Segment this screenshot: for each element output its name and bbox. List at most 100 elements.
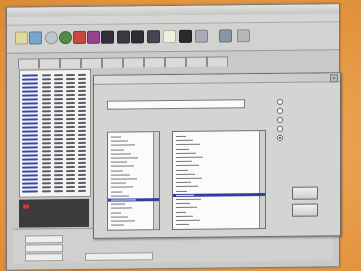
right-listbox[interactable] <box>172 130 266 231</box>
radio-icon[interactable] <box>277 98 283 105</box>
list-item[interactable] <box>111 152 152 155</box>
tab[interactable] <box>144 57 165 68</box>
cancel-button[interactable] <box>292 203 318 217</box>
list-item[interactable] <box>111 219 152 222</box>
list-item[interactable] <box>111 190 152 193</box>
list-item[interactable] <box>111 165 152 168</box>
tab[interactable] <box>186 56 207 67</box>
toolbar-icon[interactable] <box>237 29 250 43</box>
ok-button[interactable] <box>292 186 318 200</box>
list-item-text <box>176 224 189 226</box>
toolbar-icon[interactable] <box>163 29 176 44</box>
list-item[interactable] <box>176 134 258 138</box>
list-item[interactable] <box>111 144 152 147</box>
toolbar-icon[interactable] <box>15 31 28 45</box>
scrollbar[interactable] <box>259 131 265 229</box>
list-item[interactable] <box>176 222 258 226</box>
toolbar-icon[interactable] <box>73 30 86 45</box>
list-item[interactable] <box>176 201 258 205</box>
table-cell <box>78 117 86 120</box>
property-value[interactable] <box>25 235 63 244</box>
list-item[interactable] <box>176 172 258 176</box>
list-item[interactable] <box>111 156 152 159</box>
list-item[interactable] <box>111 148 152 151</box>
toolbar-icon[interactable] <box>117 30 130 44</box>
list-item[interactable] <box>176 138 258 142</box>
toolbar-icon[interactable] <box>45 31 58 45</box>
table-row[interactable] <box>22 189 88 194</box>
table-cell <box>42 182 51 185</box>
table-cell <box>42 178 51 181</box>
list-item[interactable] <box>111 139 152 142</box>
property-value-extra[interactable] <box>84 252 153 261</box>
table-cell <box>22 142 38 145</box>
tab[interactable] <box>60 57 81 69</box>
list-item[interactable] <box>176 218 258 222</box>
list-item[interactable] <box>176 147 258 151</box>
tab[interactable] <box>165 56 186 68</box>
list-item[interactable] <box>108 198 159 202</box>
tab[interactable] <box>102 57 123 68</box>
list-item[interactable] <box>176 168 258 172</box>
toolbar-icon[interactable] <box>87 30 100 44</box>
list-item[interactable] <box>111 177 152 180</box>
toolbar-icon[interactable] <box>179 29 192 43</box>
list-item[interactable] <box>111 207 152 210</box>
toolbar-icon[interactable] <box>131 30 144 44</box>
list-item[interactable] <box>176 155 258 159</box>
list-item[interactable] <box>176 180 258 184</box>
list-item[interactable] <box>111 202 152 205</box>
scrollbar[interactable] <box>153 132 159 230</box>
list-item[interactable] <box>111 215 152 218</box>
list-item[interactable] <box>111 211 152 214</box>
list-item[interactable] <box>176 206 258 210</box>
list-item[interactable] <box>176 151 258 155</box>
list-item[interactable] <box>176 159 258 163</box>
list-item[interactable] <box>176 176 258 180</box>
tab[interactable] <box>18 58 39 69</box>
toolbar-icon[interactable] <box>195 29 208 43</box>
list-item[interactable] <box>111 223 152 226</box>
table-cell <box>54 166 63 169</box>
list-item[interactable] <box>176 214 258 218</box>
list-item[interactable] <box>111 181 152 184</box>
radio-icon[interactable] <box>277 134 283 141</box>
list-item[interactable] <box>176 189 258 193</box>
tab[interactable] <box>123 57 144 68</box>
list-item[interactable] <box>111 135 152 138</box>
table-cell <box>42 110 51 113</box>
tab[interactable] <box>39 58 60 69</box>
radio-icon[interactable] <box>277 107 283 114</box>
list-item[interactable] <box>176 164 258 168</box>
toolbar-icon[interactable] <box>147 30 160 44</box>
toolbar-icon[interactable] <box>219 29 232 43</box>
property-value[interactable] <box>25 253 63 262</box>
close-icon[interactable]: × <box>330 74 338 83</box>
list-item[interactable] <box>111 194 152 197</box>
left-listbox[interactable] <box>107 131 160 231</box>
toolbar-icon[interactable] <box>101 30 114 44</box>
toolbar-icon[interactable] <box>29 31 42 45</box>
radio-icon[interactable] <box>277 116 283 123</box>
list-item[interactable] <box>111 160 152 163</box>
tab[interactable] <box>81 57 102 68</box>
name-input[interactable] <box>107 99 245 110</box>
list-item[interactable] <box>111 169 152 172</box>
data-grid[interactable] <box>19 68 91 198</box>
table-cell <box>22 110 38 113</box>
toolbar-icon[interactable] <box>59 31 72 45</box>
list-item[interactable] <box>176 197 258 201</box>
radio-icon[interactable] <box>277 125 283 132</box>
table-cell <box>42 154 51 157</box>
table-cell <box>42 82 51 85</box>
table-cell <box>54 150 63 153</box>
tab[interactable] <box>207 56 228 67</box>
list-item[interactable] <box>176 143 258 147</box>
list-item[interactable] <box>111 186 152 189</box>
list-item[interactable] <box>111 173 152 176</box>
list-item[interactable] <box>176 185 258 189</box>
property-value[interactable] <box>25 244 63 253</box>
table-cell <box>42 122 51 125</box>
table-cell <box>42 150 51 153</box>
list-item[interactable] <box>176 210 258 214</box>
